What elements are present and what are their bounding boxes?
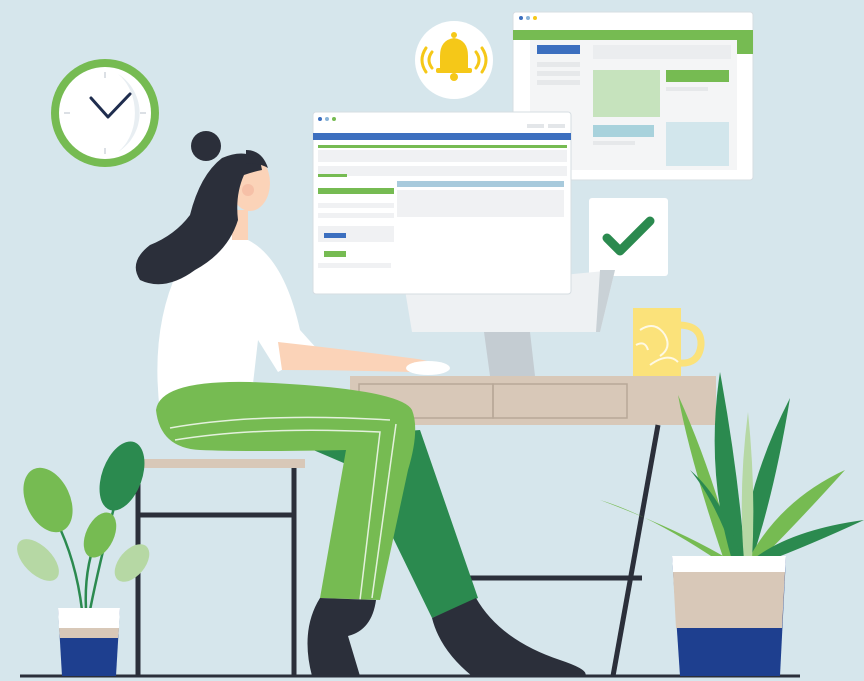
stool-icon xyxy=(128,459,305,676)
browser-window-front xyxy=(312,111,572,295)
scene-canvas xyxy=(17,11,864,678)
mug-icon xyxy=(633,308,705,376)
checkmark-icon xyxy=(589,198,668,276)
clock-icon xyxy=(51,59,159,167)
illustration-scene xyxy=(0,0,864,681)
potted-plant-icon-left xyxy=(17,441,150,676)
bell-icon xyxy=(415,21,493,99)
